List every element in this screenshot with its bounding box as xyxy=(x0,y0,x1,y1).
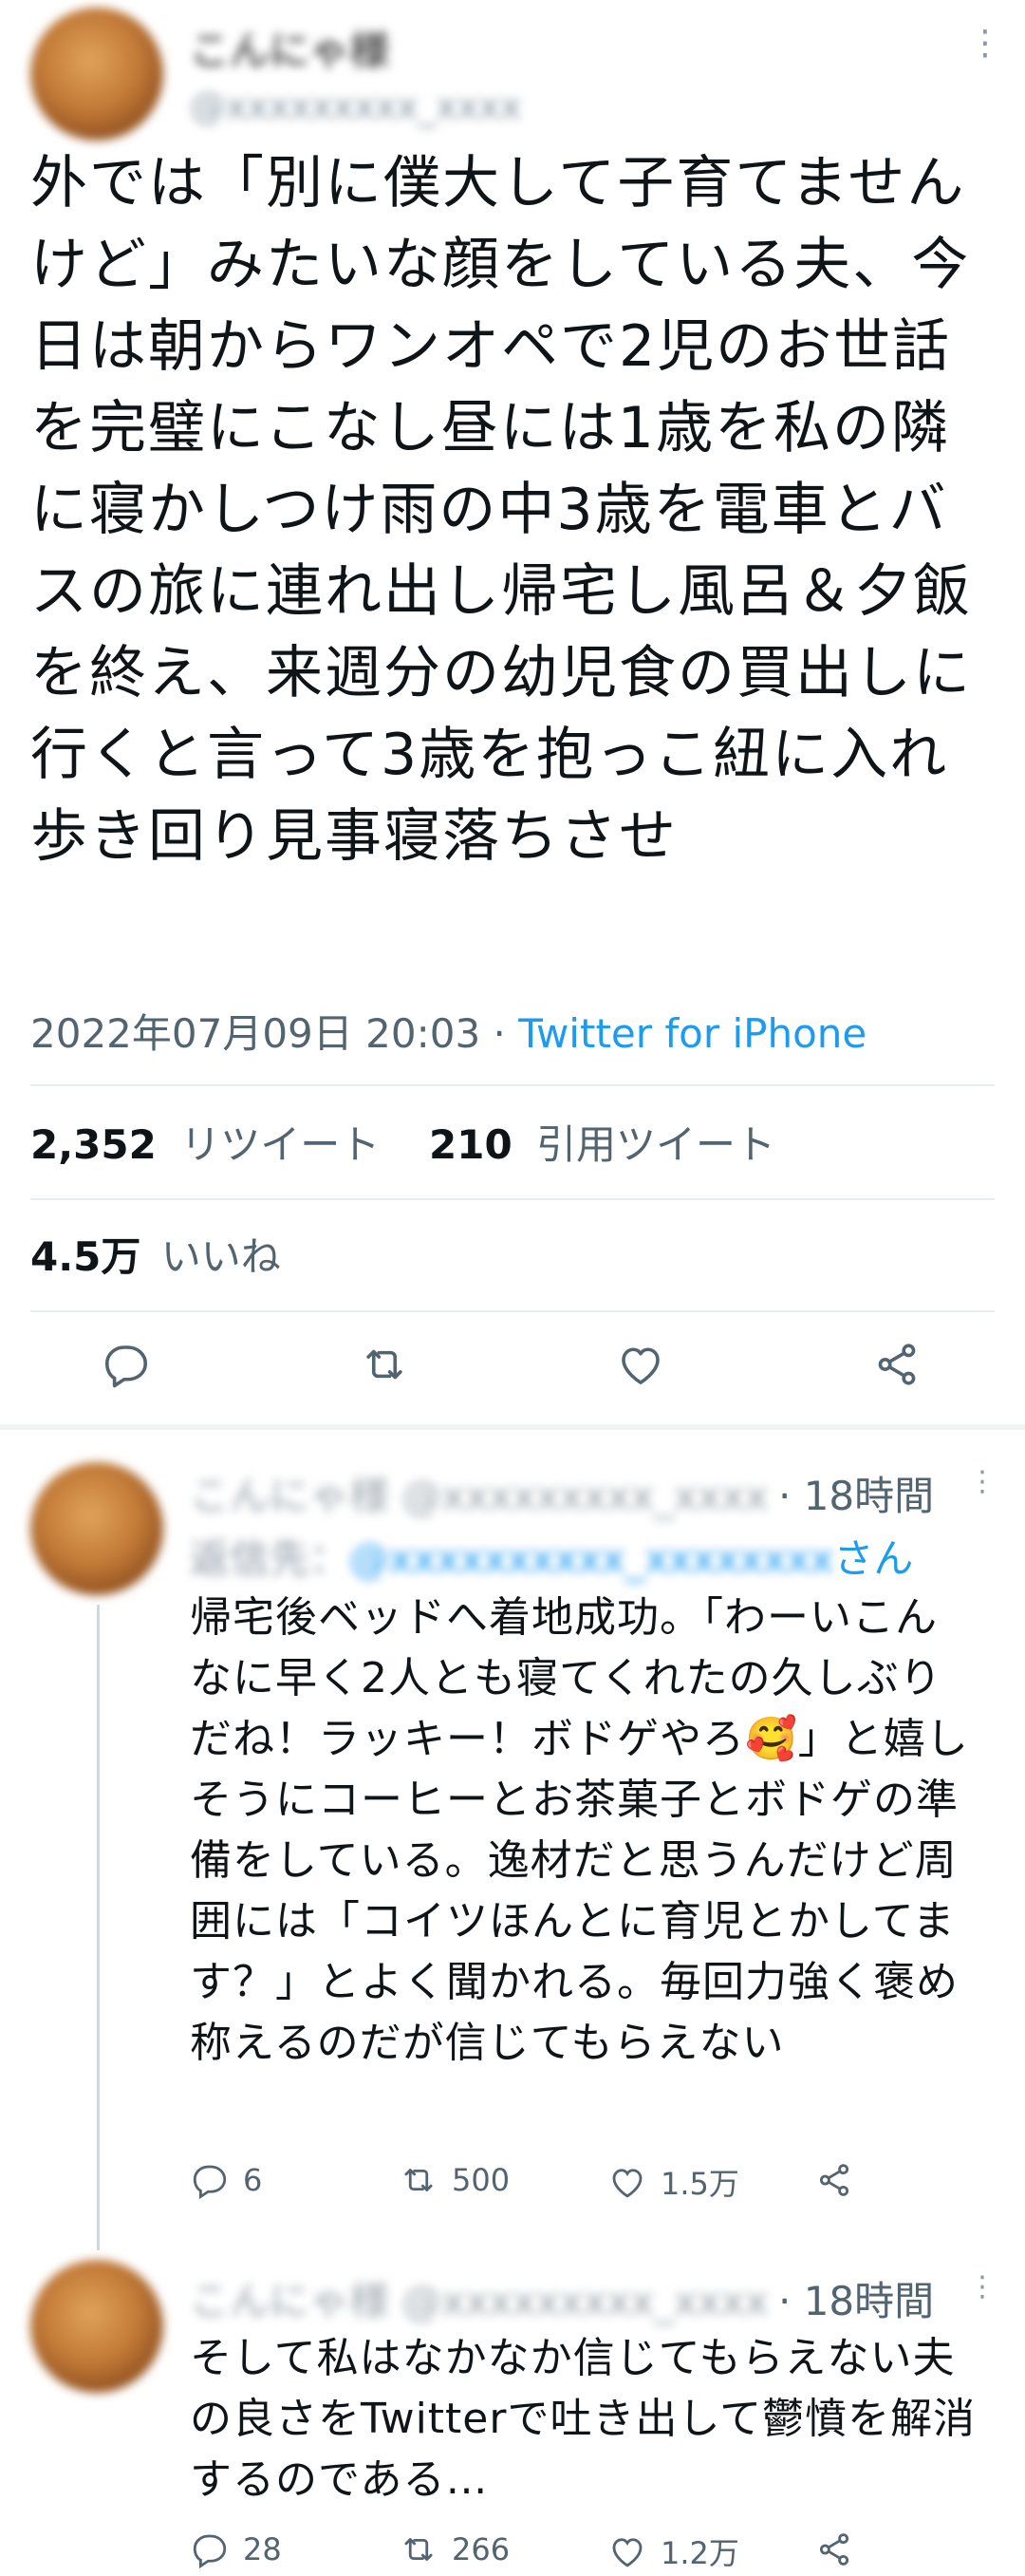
reply-reply-button[interactable]: 6 xyxy=(190,2160,262,2200)
reply-button[interactable] xyxy=(101,1339,152,1394)
retweets-stat[interactable]: 2,352 リツイート xyxy=(30,1113,380,1171)
author-avatar[interactable] xyxy=(30,8,163,141)
like-count: 1.2万 xyxy=(661,2535,739,2571)
tweet-client[interactable]: Twitter for iPhone xyxy=(518,1010,867,1057)
reply-text: 帰宅後ベッドへ着地成功。「わーいこんなに早く2人とも寝てくれたの久しぶりだね！ラ… xyxy=(190,1593,969,2067)
reply-time[interactable]: · 18時間 xyxy=(778,1464,934,1522)
reply-retweet-button[interactable]: 266 xyxy=(399,2529,510,2569)
more-options-icon[interactable]: ⋮ xyxy=(968,1468,997,1496)
likes-stat[interactable]: 4.5万 いいね xyxy=(30,1225,281,1283)
likes-label: いいね xyxy=(160,1233,281,1280)
author-name[interactable]: こんにゃ様 xyxy=(190,19,389,77)
retweets-label: リツイート xyxy=(180,1121,381,1168)
retweet-count: 266 xyxy=(452,2531,511,2567)
section-divider xyxy=(0,1424,1025,1430)
share-icon xyxy=(819,2164,849,2196)
retweet-icon xyxy=(404,2538,433,2561)
reply-text: そして私はなかなか信じてもらえない夫の良さをTwitterで吐き出して鬱憤を解消… xyxy=(190,2334,977,2504)
quotes-label: 引用ツイート xyxy=(536,1121,776,1168)
retweet-button[interactable] xyxy=(359,1339,410,1394)
reply-icon xyxy=(193,2165,227,2200)
reply-share-button[interactable] xyxy=(814,2160,854,2200)
tweet-meta: 2022年07月09日 20:03 · Twitter for iPhone xyxy=(30,1002,867,1060)
reply-author[interactable]: こんにゃ様 @xxxxxxxxx_xxxx xyxy=(190,1464,768,1522)
quotes-count: 210 xyxy=(429,1121,512,1168)
retweet-icon xyxy=(366,1349,402,1380)
reply-retweet-button[interactable]: 500 xyxy=(399,2160,510,2200)
retweet-icon xyxy=(404,2169,433,2191)
reply-avatar[interactable] xyxy=(30,1462,163,1595)
reply-to-line: 返信先：@xxxxxxxxxx_xxxxxxxxさん xyxy=(190,1527,913,1585)
tweet-text: 外では「別に僕大して子育てませんけど」みたいな顔をしている夫、今日は朝からワンオ… xyxy=(30,150,972,870)
divider xyxy=(30,1084,995,1086)
reply-to-suffix: さん xyxy=(833,1535,914,1582)
author-handle[interactable]: @xxxxxxxxx_xxxx xyxy=(190,85,521,127)
heart-icon xyxy=(622,1347,660,1384)
divider xyxy=(30,1310,995,1312)
share-icon xyxy=(878,1344,916,1385)
reply-like-button[interactable]: 1.5万 xyxy=(607,2160,739,2204)
reply-to-handle[interactable]: @xxxxxxxxxx_xxxxxxxx xyxy=(349,1535,833,1582)
likes-count: 4.5万 xyxy=(30,1233,141,1280)
retweet-count: 500 xyxy=(452,2162,511,2198)
retweets-count: 2,352 xyxy=(30,1121,157,1168)
reply-reply-button[interactable]: 28 xyxy=(190,2529,282,2569)
share-icon xyxy=(819,2533,849,2566)
reply-share-button[interactable] xyxy=(814,2529,854,2569)
thread-line xyxy=(97,1605,100,2250)
reply-icon xyxy=(104,1345,148,1388)
heart-icon xyxy=(612,2169,643,2198)
reply-author[interactable]: こんにゃ様 @xxxxxxxxx_xxxx xyxy=(190,2269,768,2327)
divider xyxy=(30,1198,995,1200)
heart-icon xyxy=(612,2538,643,2567)
reply-icon xyxy=(193,2534,227,2569)
more-options-icon[interactable]: ⋮ xyxy=(968,27,1002,61)
reply-like-button[interactable]: 1.2万 xyxy=(607,2529,739,2573)
tweet-timestamp[interactable]: 2022年07月09日 20:03 xyxy=(30,1010,480,1057)
reply-time[interactable]: · 18時間 xyxy=(778,2269,934,2327)
like-button[interactable] xyxy=(615,1339,666,1394)
reply-avatar[interactable] xyxy=(30,2260,163,2393)
share-button[interactable] xyxy=(871,1339,922,1394)
more-options-icon[interactable]: ⋮ xyxy=(968,2273,997,2302)
reply-count: 6 xyxy=(243,2162,263,2198)
like-count: 1.5万 xyxy=(661,2166,739,2202)
reply-to-prefix: 返信先： xyxy=(190,1535,350,1582)
meta-separator: · xyxy=(493,1010,506,1057)
quotes-stat[interactable]: 210 引用ツイート xyxy=(429,1113,775,1171)
reply-count: 28 xyxy=(243,2531,282,2567)
